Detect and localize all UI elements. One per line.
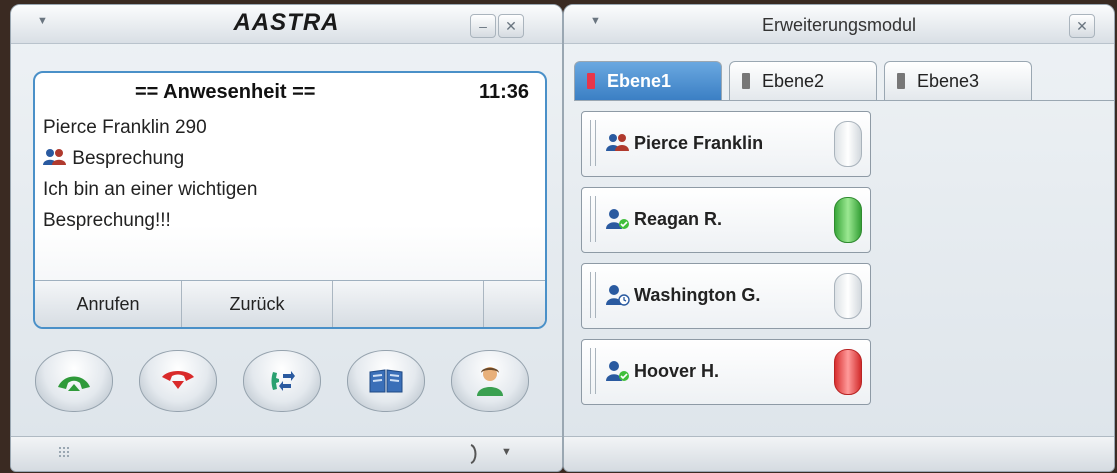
contact-button[interactable] (451, 350, 529, 412)
transfer-button[interactable] (243, 350, 321, 412)
call-end-button[interactable] (139, 350, 217, 412)
module-title: Erweiterungsmodul (761, 15, 917, 35)
module-statusbar (564, 436, 1114, 471)
softkey-bar: Anrufen Zurück (35, 280, 545, 327)
drag-grip (590, 196, 596, 242)
module-titlebar[interactable]: ▼ Erweiterungsmodul ✕ (564, 5, 1114, 44)
ext-key-label: Hoover H. (634, 361, 720, 381)
status-lamp-green (834, 197, 862, 243)
tab-marker-icon (897, 73, 905, 89)
group-icon (43, 149, 66, 165)
handset-status-icon (470, 444, 477, 464)
extension-module-window: ▼ Erweiterungsmodul ✕ Ebene1 Ebene2 Eben… (563, 4, 1115, 472)
drag-grip (590, 120, 596, 166)
phone-display: == Anwesenheit == 11:36 Pierce Franklin … (33, 71, 547, 329)
tab-marker-icon (742, 73, 750, 89)
ext-key-label: Washington G. (634, 285, 761, 305)
softkey-3[interactable] (333, 281, 484, 327)
phone-statusbar: ▼ (11, 436, 562, 471)
drag-grip (590, 348, 596, 394)
tab-marker-icon (587, 73, 595, 89)
ext-key-pierce-franklin[interactable]: Pierce Franklin (581, 111, 871, 177)
status-lamp-red (834, 349, 862, 395)
ext-key-washington[interactable]: Washington G. (581, 263, 871, 329)
resize-grip-icon[interactable] (59, 447, 73, 461)
ext-key-label: Reagan R. (634, 209, 723, 229)
close-button[interactable]: ✕ (1069, 14, 1095, 38)
softkey-anrufen[interactable]: Anrufen (35, 281, 182, 327)
tab-ebene2[interactable]: Ebene2 (729, 61, 877, 100)
user-available-icon (606, 209, 629, 229)
call-end-icon (162, 371, 194, 389)
call-accept-icon (58, 376, 90, 391)
drag-grip (590, 272, 596, 318)
phone-titlebar[interactable]: ▼ AASTRA – ✕ (11, 5, 562, 44)
status-lamp-off (834, 273, 862, 319)
display-line-4: Besprechung!!! (43, 210, 171, 231)
display-header: == Anwesenheit == (135, 81, 316, 103)
softkey-4[interactable] (484, 281, 545, 327)
status-lamp-off (834, 121, 862, 167)
statusbar-dropdown-icon[interactable]: ▼ (501, 446, 512, 458)
display-time: 11:36 (478, 81, 529, 103)
contact-icon (477, 367, 503, 396)
ext-key-hoover[interactable]: Hoover H. (581, 339, 871, 405)
display-line-3: Ich bin an einer wichtigen (43, 179, 258, 200)
tab-ebene3[interactable]: Ebene3 (884, 61, 1032, 100)
transfer-icon (271, 371, 295, 391)
display-line-1: Pierce Franklin 290 (43, 117, 207, 138)
ext-key-label: Pierce Franklin (634, 133, 764, 153)
minimize-button[interactable]: – (470, 14, 496, 38)
phonebook-button[interactable] (347, 350, 425, 412)
softkey-zurueck[interactable]: Zurück (182, 281, 333, 327)
close-button[interactable]: ✕ (498, 14, 524, 38)
user-away-icon (606, 285, 630, 306)
tab-ebene1[interactable]: Ebene1 (574, 61, 722, 100)
phone-window: ▼ AASTRA – ✕ == Anwesenheit == 11:36 Pie… (10, 4, 563, 472)
call-accept-button[interactable] (35, 350, 113, 412)
display-line-2: Besprechung (72, 148, 185, 169)
group-icon (606, 134, 629, 151)
phonebook-icon (369, 369, 403, 393)
user-available-icon (606, 361, 629, 381)
ext-key-reagan[interactable]: Reagan R. (581, 187, 871, 253)
